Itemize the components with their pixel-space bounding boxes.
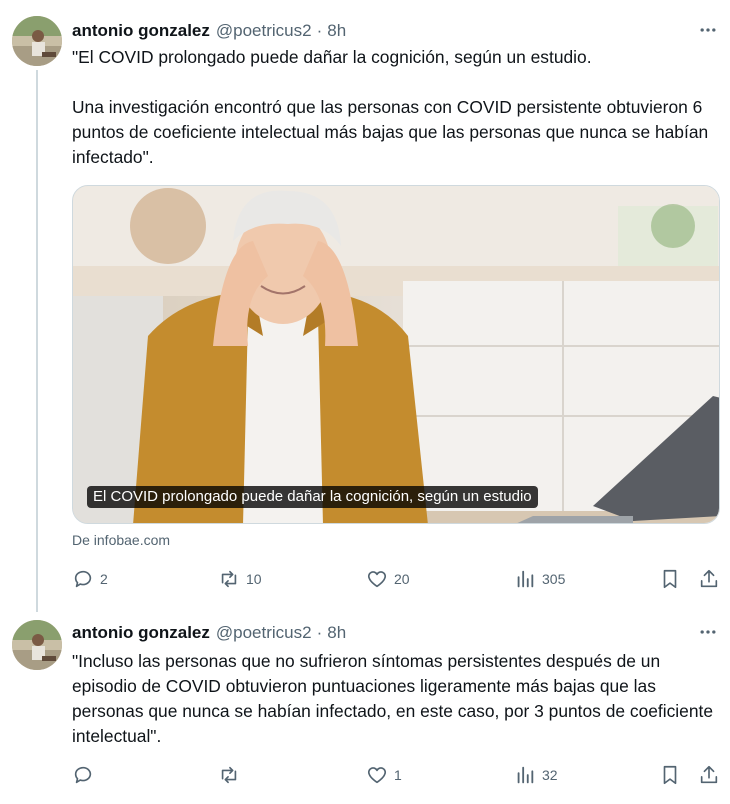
- avatar[interactable]: [12, 620, 62, 670]
- bookmark-button[interactable]: [657, 762, 683, 788]
- retweet-arrows-icon: [221, 766, 237, 784]
- card-source-link[interactable]: De infobae.com: [72, 532, 170, 548]
- timestamp[interactable]: 8h: [327, 21, 346, 41]
- tweet[interactable]: antonio gonzalez @poetricus2 · 8h "Inclu…: [0, 612, 730, 804]
- reply-bubble-icon: [74, 570, 92, 588]
- bar-chart-icon: [517, 570, 534, 588]
- heart-icon: [367, 571, 387, 588]
- more-horizontal-icon: [700, 28, 716, 32]
- heart-icon: [367, 767, 387, 784]
- author-name[interactable]: antonio gonzalez: [72, 21, 210, 41]
- more-horizontal-icon: [700, 630, 716, 634]
- view-count: 32: [542, 767, 558, 783]
- views-button[interactable]: 32: [514, 762, 558, 788]
- reply-button[interactable]: [72, 762, 100, 788]
- bar-chart-icon: [517, 766, 534, 784]
- tweet[interactable]: antonio gonzalez @poetricus2 · 8h "El CO…: [0, 0, 730, 612]
- reply-bubble-icon: [74, 766, 92, 784]
- action-bar: 1 32: [72, 762, 722, 788]
- tweet-text: "El COVID prolongado puede dañar la cogn…: [72, 47, 709, 167]
- like-count: 1: [394, 767, 402, 783]
- bookmark-button[interactable]: [657, 566, 683, 592]
- action-bar: 2 10 20 305: [72, 566, 722, 592]
- like-button[interactable]: 20: [366, 566, 410, 592]
- avatar-photo: [12, 16, 62, 66]
- tweet-header: antonio gonzalez @poetricus2 · 8h: [72, 621, 346, 645]
- retweet-button[interactable]: 10: [218, 566, 262, 592]
- article-image: [73, 186, 719, 523]
- like-count: 20: [394, 571, 410, 587]
- retweet-arrows-icon: [221, 570, 237, 588]
- like-button[interactable]: 1: [366, 762, 402, 788]
- avatar[interactable]: [12, 16, 62, 66]
- media-caption: El COVID prolongado puede dañar la cogni…: [87, 486, 538, 508]
- reply-button[interactable]: 2: [72, 566, 108, 592]
- more-options-button[interactable]: [696, 620, 720, 644]
- share-upload-icon: [700, 569, 718, 588]
- retweet-count: 10: [246, 571, 262, 587]
- share-button[interactable]: [696, 762, 722, 788]
- author-name[interactable]: antonio gonzalez: [72, 623, 210, 643]
- share-upload-icon: [700, 765, 718, 784]
- separator-dot: ·: [316, 21, 323, 40]
- bookmark-icon: [663, 765, 677, 785]
- view-count: 305: [542, 571, 566, 587]
- separator-dot: ·: [316, 623, 323, 642]
- views-button[interactable]: 305: [514, 566, 565, 592]
- avatar-photo: [12, 620, 62, 670]
- author-handle[interactable]: @poetricus2: [216, 623, 312, 643]
- link-card[interactable]: El COVID prolongado puede dañar la cogni…: [72, 185, 720, 524]
- timestamp[interactable]: 8h: [327, 623, 346, 643]
- author-handle[interactable]: @poetricus2: [216, 21, 312, 41]
- more-options-button[interactable]: [696, 18, 720, 42]
- bookmark-icon: [663, 569, 677, 589]
- retweet-button[interactable]: [218, 762, 246, 788]
- reply-count: 2: [100, 571, 108, 587]
- tweet-text: "Incluso las personas que no sufrieron s…: [72, 651, 718, 746]
- tweet-header: antonio gonzalez @poetricus2 · 8h: [72, 19, 346, 43]
- thread-connector-line: [36, 70, 38, 612]
- share-button[interactable]: [696, 566, 722, 592]
